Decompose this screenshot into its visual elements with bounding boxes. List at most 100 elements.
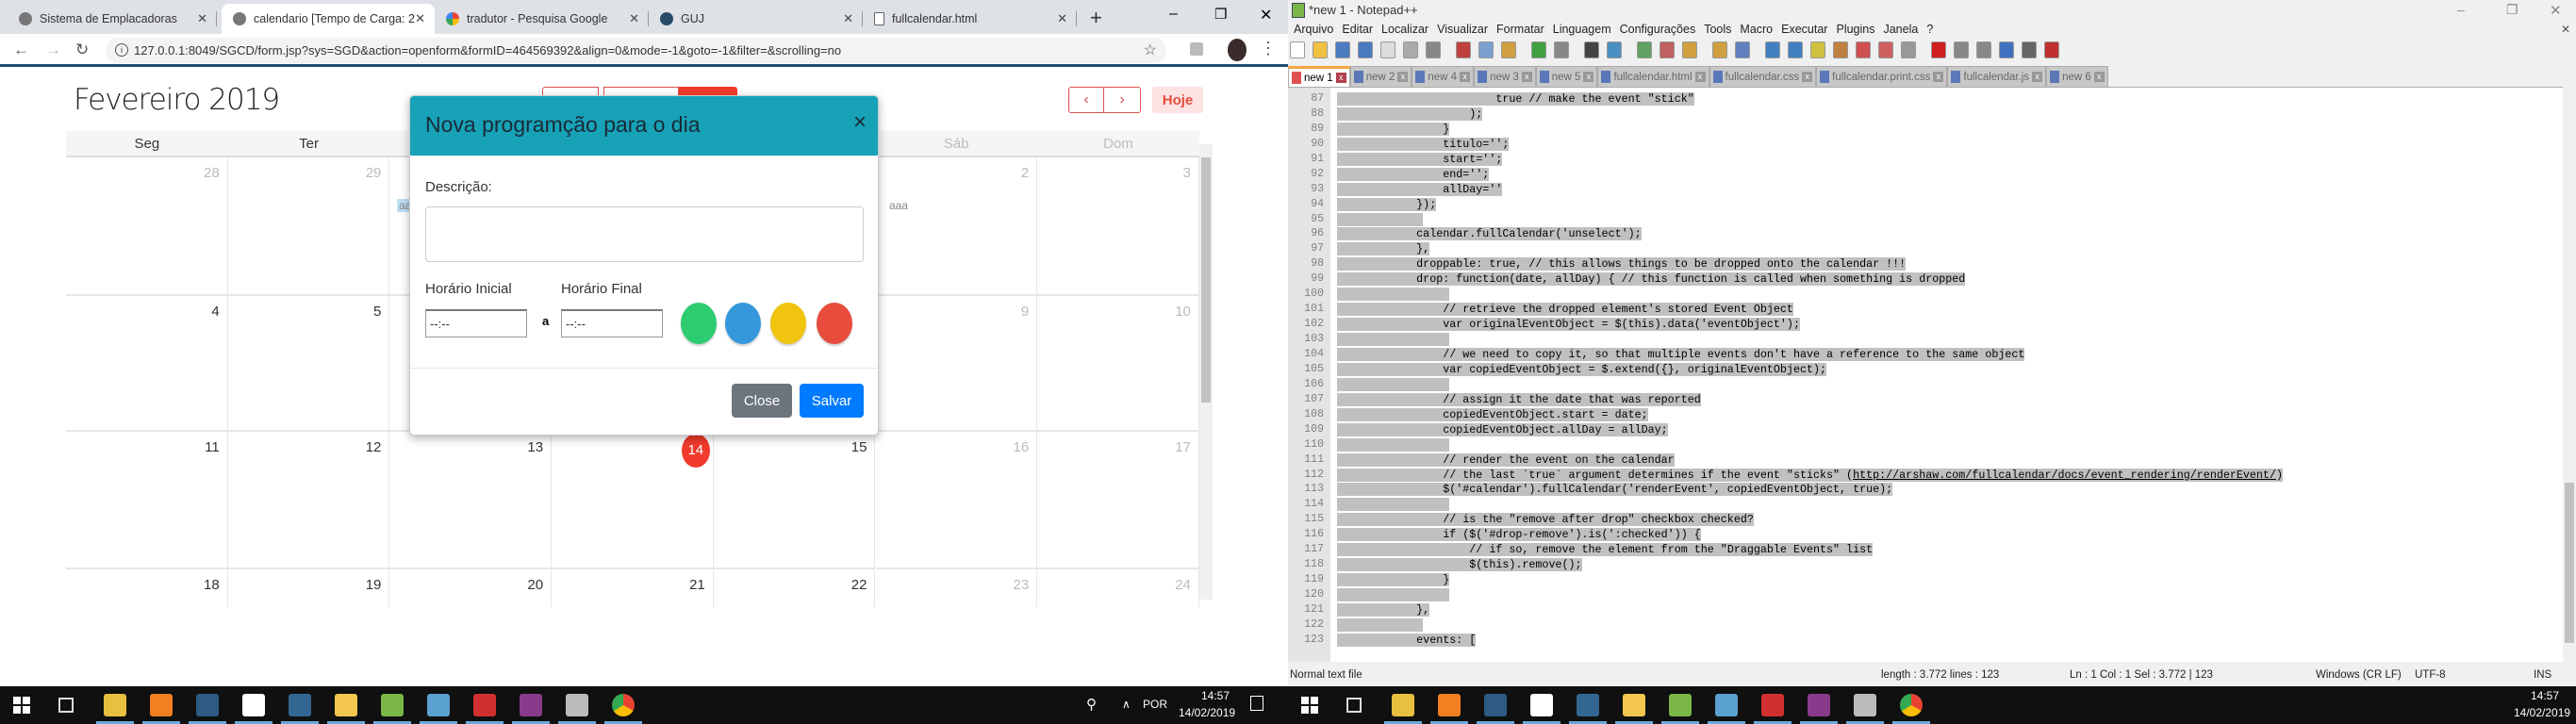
- menu-item[interactable]: Tools: [1704, 23, 1731, 36]
- close-tab-icon[interactable]: ✕: [415, 11, 425, 26]
- code-line[interactable]: [1337, 332, 1450, 347]
- code-line[interactable]: events: [: [1337, 633, 1477, 648]
- code-link[interactable]: http://arshaw.com/fullcalendar/docs/even…: [1853, 469, 2276, 482]
- toolbar-button-icon[interactable]: [1426, 41, 1441, 58]
- code-line[interactable]: calendar.fullCalendar('unselect');: [1337, 226, 1642, 241]
- toolbar-button-icon[interactable]: [1999, 41, 2014, 58]
- close-button[interactable]: Close: [732, 384, 792, 418]
- code-line[interactable]: [1337, 377, 1450, 392]
- code-line[interactable]: // the last `true` argument determines i…: [1337, 468, 2283, 483]
- code-line[interactable]: [1337, 587, 1450, 602]
- calendar-day-cell[interactable]: 14: [552, 432, 714, 569]
- menu-item[interactable]: Macro: [1740, 23, 1773, 36]
- calendar-day-cell[interactable]: 21: [552, 569, 714, 607]
- info-icon[interactable]: i: [115, 43, 128, 57]
- close-tab-icon[interactable]: x: [1933, 72, 1944, 82]
- language-indicator[interactable]: POR: [1143, 698, 1167, 711]
- document-tab[interactable]: fullcalendar.html x: [1597, 66, 1709, 87]
- paint-icon[interactable]: [427, 694, 450, 716]
- toolbar-button-icon[interactable]: [1833, 41, 1848, 58]
- tray-chevron-icon[interactable]: ∧: [1122, 698, 1131, 711]
- code-line[interactable]: );: [1337, 107, 1483, 122]
- menu-kebab-icon[interactable]: ⋮: [1260, 39, 1277, 58]
- calendar-scrollbar[interactable]: [1199, 144, 1213, 600]
- sniping-tool-icon[interactable]: [104, 694, 126, 716]
- menu-item[interactable]: Janela: [1883, 23, 1918, 36]
- close-icon[interactable]: ×: [853, 109, 867, 136]
- minimize-button[interactable]: –: [2457, 2, 2465, 17]
- code-line[interactable]: start='';: [1337, 152, 1503, 167]
- windows-start-icon[interactable]: [1301, 697, 1318, 714]
- calendar-day-cell[interactable]: 20: [389, 569, 553, 607]
- code-line[interactable]: [1337, 437, 1450, 452]
- code-line[interactable]: copiedEventObject.start = date;: [1337, 407, 1648, 422]
- menu-item[interactable]: Configurações: [1620, 23, 1696, 36]
- toolbar-button-icon[interactable]: [1810, 41, 1825, 58]
- toolbar-button-icon[interactable]: [2022, 41, 2037, 58]
- code-editor[interactable]: 87 88 89 90 91 92 93 94 95 96 97 98 99 100 101 102 103 10…: [1288, 87, 2563, 662]
- code-line[interactable]: }: [1337, 122, 1450, 137]
- minimize-button[interactable]: –: [1169, 6, 1178, 23]
- code-line[interactable]: },: [1337, 602, 1430, 617]
- avatar[interactable]: [1228, 39, 1247, 61]
- color-red-option[interactable]: [817, 303, 852, 344]
- close-document-icon[interactable]: ✕: [2561, 23, 2570, 36]
- code-line[interactable]: true // make the event "stick": [1337, 91, 1694, 107]
- calendar-day-cell[interactable]: 29: [227, 157, 390, 296]
- close-window-button[interactable]: ✕: [1260, 6, 1272, 25]
- windows-start-icon[interactable]: [13, 697, 30, 714]
- calendar-day-cell[interactable]: 3: [1037, 157, 1199, 296]
- browser-tab-active[interactable]: calendario [Tempo de Carga: 2 ✕: [222, 4, 435, 34]
- toolbar-button-icon[interactable]: [1358, 41, 1373, 58]
- notepadpp-icon[interactable]: [1669, 694, 1692, 716]
- toolbar-button-icon[interactable]: [2044, 41, 2059, 58]
- menu-item[interactable]: Formatar: [1496, 23, 1544, 36]
- people-icon[interactable]: ⚲: [1086, 696, 1097, 713]
- close-window-button[interactable]: ✕: [2550, 2, 2562, 19]
- close-tab-icon[interactable]: x: [1694, 72, 1706, 82]
- toolbar-button-icon[interactable]: [1954, 41, 1969, 58]
- code-line[interactable]: // retrieve the dropped element's stored…: [1337, 302, 1793, 317]
- start-time-input[interactable]: --:--: [425, 309, 527, 337]
- document-tab[interactable]: fullcalendar.js x: [1947, 66, 2047, 87]
- code-line[interactable]: droppable: true, // this allows things t…: [1337, 256, 1907, 272]
- toolbar-button-icon[interactable]: [1290, 41, 1305, 58]
- code-line[interactable]: // assign it the date that was reported: [1337, 392, 1701, 407]
- calendar-day-cell[interactable]: 4: [66, 296, 228, 432]
- app-icon[interactable]: [473, 694, 496, 716]
- code-line[interactable]: titulo='';: [1337, 137, 1510, 152]
- toolbar-button-icon[interactable]: [1554, 41, 1569, 58]
- menu-item[interactable]: Executar: [1781, 23, 1827, 36]
- toolbar-button-icon[interactable]: [1931, 41, 1946, 58]
- toolbar-button-icon[interactable]: [1501, 41, 1516, 58]
- code-line[interactable]: }: [1337, 572, 1450, 587]
- code-line[interactable]: [1337, 212, 1424, 227]
- toolbar-button-icon[interactable]: [1584, 41, 1599, 58]
- calendar-day-cell[interactable]: 16: [875, 432, 1038, 569]
- calendar-day-cell[interactable]: 5: [227, 296, 390, 432]
- color-blue-option[interactable]: [725, 303, 761, 344]
- url-input[interactable]: i 127.0.0.1:8049/SGCD/form.jsp?sys=SGD&a…: [106, 38, 1166, 63]
- document-tab[interactable]: new 1x: [1288, 66, 1350, 87]
- code-line[interactable]: // if so, remove the element from the "D…: [1337, 542, 1874, 557]
- toolbar-button-icon[interactable]: [1788, 41, 1803, 58]
- toolbar-button-icon[interactable]: [1856, 41, 1871, 58]
- close-tab-icon[interactable]: ✕: [843, 11, 853, 26]
- menu-item[interactable]: Localizar: [1381, 23, 1428, 36]
- code-line[interactable]: // we need to copy it, so that multiple …: [1337, 347, 2025, 362]
- task-view-icon[interactable]: [1346, 698, 1362, 713]
- document-tab[interactable]: new 3x: [1474, 66, 1536, 87]
- toolbar-button-icon[interactable]: [1976, 41, 1991, 58]
- toolbar-button-icon[interactable]: [1313, 41, 1328, 58]
- code-line[interactable]: // render the event on the calendar: [1337, 452, 1675, 468]
- paint-icon[interactable]: [1715, 694, 1738, 716]
- new-tab-button[interactable]: +: [1090, 6, 1102, 30]
- menu-item[interactable]: Arquivo: [1294, 23, 1333, 36]
- maker-icon[interactable]: [1530, 694, 1553, 716]
- toolbar-button-icon[interactable]: [1901, 41, 1916, 58]
- calendar-event[interactable]: aaa: [889, 199, 908, 212]
- code-line[interactable]: [1337, 287, 1450, 302]
- close-tab-icon[interactable]: ✕: [197, 11, 207, 26]
- bookmark-star-icon[interactable]: ☆: [1144, 41, 1157, 59]
- menu-item[interactable]: ?: [1926, 23, 1933, 36]
